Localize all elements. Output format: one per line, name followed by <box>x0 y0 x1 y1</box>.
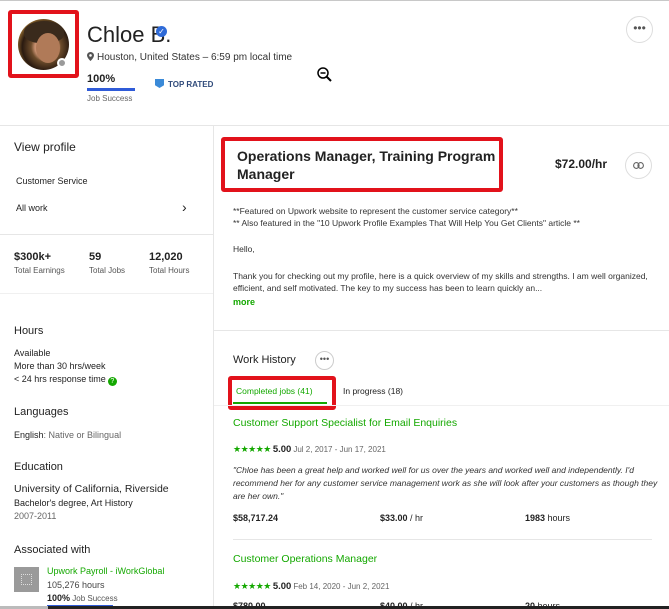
agency-link[interactable]: Upwork Payroll - iWorkGlobal <box>47 566 164 576</box>
work-history-more-button[interactable]: ••• <box>315 351 334 370</box>
column-divider <box>213 125 214 609</box>
copy-link-button[interactable] <box>625 152 652 179</box>
degree: Bachelor's degree, Art History <box>14 498 133 508</box>
status-dot-icon <box>57 58 67 68</box>
job-rating: ★★★★★ 5.00 Jul 2, 2017 - Jun 17, 2021 <box>233 444 386 455</box>
divider <box>233 539 652 540</box>
tab-in-progress[interactable]: In progress (18) <box>343 386 403 396</box>
hours-per-week: More than 30 hrs/week <box>14 361 106 371</box>
school-name: University of California, Riverside <box>14 483 169 495</box>
profile-more-button[interactable]: ••• <box>626 16 653 43</box>
top-rated-icon <box>155 79 164 88</box>
associated-heading: Associated with <box>14 544 91 556</box>
divider <box>214 330 669 331</box>
job-success-label: Job Success <box>87 94 133 103</box>
job-hours: 1983 hours <box>525 513 571 523</box>
job-feedback: "Chloe has been a great help and worked … <box>233 465 658 501</box>
overview-line: ** Also featured in the "10 Upwork Profi… <box>233 218 580 228</box>
all-work-link[interactable]: All work <box>16 203 48 213</box>
stat-total-jobs: 59 Total Jobs <box>89 251 126 275</box>
specialized-profile-customer-service[interactable]: Customer Service <box>16 176 88 186</box>
work-history-heading: Work History <box>233 354 296 366</box>
response-time: < 24 hrs response time? <box>14 373 117 386</box>
divider <box>0 293 213 294</box>
star-rating-icon: ★★★★★ <box>233 581 271 591</box>
job-earned: $58,717.24 <box>233 513 279 523</box>
view-profile-heading: View profile <box>14 140 76 154</box>
location-text: Houston, United States – 6:59 pm local t… <box>97 52 293 63</box>
active-tab-indicator <box>233 402 327 404</box>
language-entry: English: Native or Bilingual <box>14 430 122 440</box>
stat-total-hours: 12,020 Total Hours <box>149 251 190 275</box>
job-rate: $33.00 / hr <box>380 513 424 523</box>
availability: Available <box>14 348 51 358</box>
help-icon[interactable]: ? <box>107 377 117 386</box>
job-title-link[interactable]: Customer Operations Manager <box>233 553 377 565</box>
hourly-rate: $72.00/hr <box>555 157 608 171</box>
job-success-value: 100% <box>87 73 116 85</box>
agency-building-icon <box>14 567 39 592</box>
divider <box>0 234 213 235</box>
title-highlight: Operations Manager, Training Program Man… <box>221 137 503 192</box>
location: Houston, United States – 6:59 pm local t… <box>87 52 292 63</box>
top-border <box>0 0 669 1</box>
verified-check-icon: ✓ <box>156 26 167 37</box>
tab-completed-jobs[interactable]: Completed jobs (41) <box>236 386 313 396</box>
agency-hours: 105,276 hours <box>47 580 105 590</box>
job-success-bar <box>87 88 135 91</box>
hours-heading: Hours <box>14 325 44 337</box>
education-heading: Education <box>14 461 63 473</box>
avatar-highlight <box>8 10 79 78</box>
languages-heading: Languages <box>14 406 69 418</box>
job-title-link[interactable]: Customer Support Specialist for Email En… <box>233 417 457 429</box>
chevron-right-icon[interactable]: › <box>182 199 187 215</box>
overview-paragraph: Thank you for checking out my profile, h… <box>233 271 648 293</box>
agency-job-success: 100% Job Success <box>47 593 118 603</box>
education-years: 2007-2011 <box>14 511 57 521</box>
divider <box>214 405 669 406</box>
job-rating: ★★★★★ 5.00 Feb 14, 2020 - Jun 2, 2021 <box>233 581 390 592</box>
zoom-out-cursor-icon <box>317 67 332 82</box>
overview-line: **Featured on Upwork website to represen… <box>233 206 518 216</box>
location-pin-icon <box>87 52 94 61</box>
stat-total-earnings: $300k+ Total Earnings <box>14 251 65 275</box>
profile-title: Operations Manager, Training Program Man… <box>237 148 496 182</box>
star-rating-icon: ★★★★★ <box>233 444 271 454</box>
overview-more-link[interactable]: more <box>233 297 255 307</box>
top-rated-badge: TOP RATED <box>155 79 213 89</box>
link-icon <box>633 161 644 169</box>
overview-line: Hello, <box>233 244 255 254</box>
header-divider <box>0 125 669 126</box>
